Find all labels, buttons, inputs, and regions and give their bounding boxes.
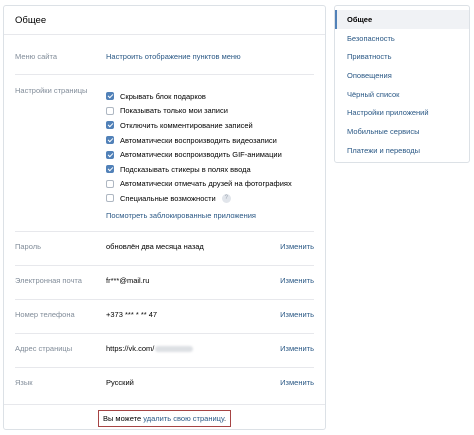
blocked-apps-link[interactable]: Посмотреть заблокированные приложения: [106, 206, 292, 225]
language-value: Русский: [106, 378, 134, 387]
option-hide-gifts[interactable]: Скрывать блок подарков: [106, 89, 292, 104]
change-address-button[interactable]: Изменить: [280, 344, 314, 353]
divider: [15, 367, 314, 368]
phone-label: Номер телефона: [15, 310, 75, 319]
option-autoplay-video[interactable]: Автоматически воспроизводить видеозаписи: [106, 133, 292, 148]
address-label: Адрес страницы: [15, 344, 73, 353]
change-password-button[interactable]: Изменить: [280, 242, 314, 251]
email-label: Электронная почта: [15, 276, 82, 285]
divider: [15, 74, 314, 75]
panel-title: Общее: [4, 6, 325, 35]
menu-item-app-settings[interactable]: Настройки приложений: [335, 103, 469, 122]
option-label: Подсказывать стикеры в полях ввода: [120, 164, 251, 174]
checkbox[interactable]: [106, 179, 114, 188]
option-label: Специальные возможности: [120, 193, 216, 203]
option-auto-tag-friends[interactable]: Автоматически отмечать друзей на фотогра…: [106, 177, 292, 192]
divider: [15, 265, 314, 266]
address-value: https://vk.com/: [106, 344, 194, 353]
menu-item-notifications[interactable]: Оповещения: [335, 66, 469, 85]
change-language-button[interactable]: Изменить: [280, 378, 314, 387]
footer-suffix: .: [223, 413, 227, 423]
page-settings-options: Скрывать блок подарков Показывать только…: [106, 89, 292, 225]
menu-item-payments[interactable]: Платежи и переводы: [335, 141, 469, 160]
option-label: Показывать только мои записи: [120, 106, 228, 116]
general-settings-panel: Общее Меню сайта Настроить отображение п…: [3, 5, 326, 430]
page-settings-label: Настройки страницы: [15, 86, 88, 95]
phone-value: +373 *** * ** 47: [106, 310, 158, 319]
password-label: Пароль: [15, 242, 42, 251]
option-suggest-stickers[interactable]: Подсказывать стикеры в полях ввода: [106, 162, 292, 177]
option-label: Автоматически воспроизводить видеозаписи: [120, 135, 277, 145]
delete-page-notice: Вы можете удалить свою страницу.: [97, 409, 232, 427]
settings-menu: Общее Безопасность Приватность Оповещени…: [334, 5, 470, 163]
option-label: Скрывать блок подарков: [120, 91, 206, 101]
option-accessibility[interactable]: Специальные возможности ?: [106, 191, 292, 206]
checkbox[interactable]: [106, 150, 114, 159]
menu-item-mobile-services[interactable]: Мобильные сервисы: [335, 122, 469, 141]
option-label: Отключить комментирование записей: [120, 120, 253, 130]
checkbox[interactable]: [106, 121, 114, 130]
change-email-button[interactable]: Изменить: [280, 276, 314, 285]
email-value: fr***@mail.ru: [106, 276, 150, 285]
menu-item-general[interactable]: Общее: [335, 10, 469, 29]
divider: [15, 333, 314, 334]
menu-item-security[interactable]: Безопасность: [335, 29, 469, 48]
panel-footer: Вы можете удалить свою страницу.: [4, 404, 325, 431]
option-disable-comments[interactable]: Отключить комментирование записей: [106, 118, 292, 133]
option-show-only-my-posts[interactable]: Показывать только мои записи: [106, 104, 292, 119]
checkbox[interactable]: [106, 194, 114, 203]
checkbox[interactable]: [106, 165, 114, 174]
password-value: обновлён два месяца назад: [106, 242, 204, 251]
option-autoplay-gif[interactable]: Автоматически воспроизводить GIF-анимаци…: [106, 147, 292, 162]
menu-item-privacy[interactable]: Приватность: [335, 47, 469, 66]
checkbox[interactable]: [106, 106, 114, 115]
divider: [15, 231, 314, 232]
footer-text: Вы можете: [102, 413, 144, 423]
checkbox[interactable]: [106, 92, 114, 101]
menu-item-blacklist[interactable]: Чёрный список: [335, 85, 469, 104]
menu-row-label: Меню сайта: [15, 52, 57, 61]
address-url: https://vk.com/: [106, 344, 155, 353]
delete-page-link[interactable]: удалить свою страницу: [143, 414, 224, 423]
divider: [15, 299, 314, 300]
change-phone-button[interactable]: Изменить: [280, 310, 314, 319]
option-label: Автоматически отмечать друзей на фотогра…: [120, 179, 292, 189]
option-label: Автоматически воспроизводить GIF-анимаци…: [120, 150, 282, 160]
configure-menu-link[interactable]: Настроить отображение пунктов меню: [106, 52, 241, 61]
help-icon[interactable]: ?: [221, 193, 231, 203]
blurred-address-mask: [155, 346, 194, 353]
language-label: Язык: [15, 378, 33, 387]
checkbox[interactable]: [106, 136, 114, 145]
